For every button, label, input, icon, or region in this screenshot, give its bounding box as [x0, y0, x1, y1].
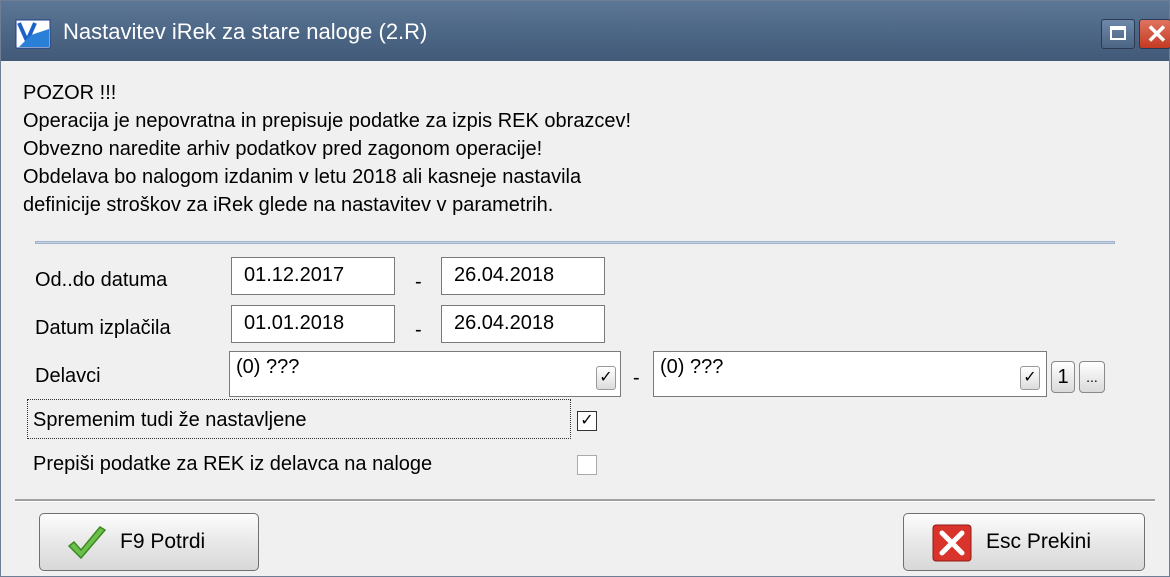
worker-from-lookup-button[interactable]: ✓ [596, 366, 616, 390]
cancel-button[interactable]: Esc Prekini [903, 513, 1145, 571]
date-range-label: Od..do datuma [35, 269, 168, 291]
maximize-button[interactable] [1101, 19, 1135, 49]
warning-line: Obvezno naredite arhiv podatkov pred zag… [23, 138, 543, 160]
warning-line: Operacija je nepovratna in prepisuje pod… [23, 110, 632, 132]
divider [35, 241, 1115, 244]
bottom-divider [15, 499, 1155, 502]
worker-to-value: (0) ??? [660, 356, 724, 378]
maximize-icon [1110, 26, 1126, 40]
app-logo-icon [15, 19, 51, 49]
workers-label: Delavci [35, 365, 101, 387]
title-bar[interactable]: Nastavitev iRek za stare naloge (2.R) ✕ [1, 1, 1170, 61]
worker-to-lookup-button[interactable]: ✓ [1020, 366, 1040, 390]
change-existing-checkbox[interactable]: ✓ [577, 411, 597, 431]
worker-more-button[interactable]: ... [1079, 361, 1105, 393]
warning-line: POZOR !!! [23, 82, 117, 104]
warning-line: Obdelava bo nalogom izdanim v letu 2018 … [23, 166, 582, 188]
worker-one-button[interactable]: 1 [1051, 361, 1075, 393]
close-button[interactable]: ✕ [1139, 19, 1170, 49]
worker-from-value: (0) ??? [236, 356, 300, 378]
payout-to-input[interactable]: 26.04.2018 [441, 305, 605, 343]
close-icon: ✕ [1146, 19, 1168, 49]
copy-rek-checkbox[interactable] [577, 455, 597, 475]
date-to-input[interactable]: 26.04.2018 [441, 257, 605, 295]
window-title: Nastavitev iRek za stare naloge (2.R) [63, 19, 428, 44]
warning-text: POZOR !!! Operacija je nepovratna in pre… [23, 79, 631, 219]
cancel-x-icon [932, 524, 972, 562]
dialog-window: Nastavitev iRek za stare naloge (2.R) ✕ … [0, 0, 1170, 577]
date-range-separator: - [415, 271, 422, 293]
confirm-button-label: F9 Potrdi [120, 530, 206, 553]
worker-to-combo[interactable]: (0) ??? ✓ [653, 351, 1047, 397]
date-from-input[interactable]: 01.12.2017 [231, 257, 395, 295]
change-existing-label: Spremenim tudi že nastavljene [33, 409, 307, 431]
workers-separator: - [633, 367, 640, 389]
copy-rek-label: Prepiši podatke za REK iz delavca na nal… [33, 453, 433, 475]
warning-line: definicije stroškov za iRek glede na nas… [23, 194, 554, 216]
confirm-button[interactable]: F9 Potrdi [39, 513, 259, 571]
payout-from-input[interactable]: 01.01.2018 [231, 305, 395, 343]
payout-range-separator: - [415, 319, 422, 341]
worker-from-combo[interactable]: (0) ??? ✓ [229, 351, 621, 397]
payout-date-label: Datum izplačila [35, 317, 171, 339]
cancel-button-label: Esc Prekini [986, 530, 1092, 553]
checkmark-icon [67, 526, 107, 560]
